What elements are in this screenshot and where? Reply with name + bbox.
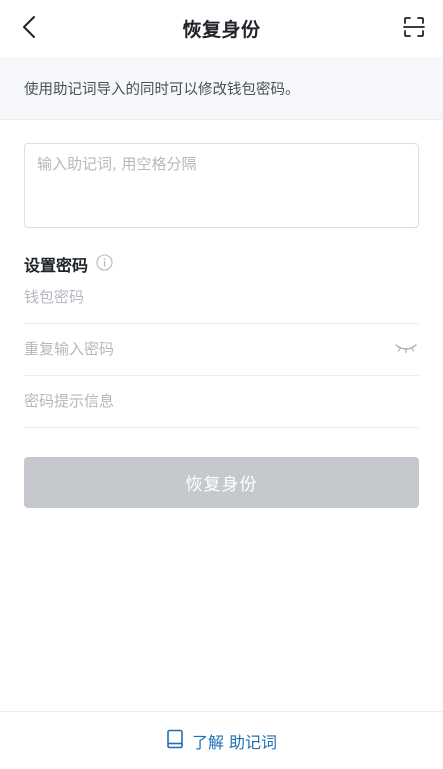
password-field[interactable] [24, 271, 419, 324]
repeat-password-field[interactable] [24, 323, 419, 376]
scan-icon [403, 16, 425, 42]
chevron-left-icon [22, 15, 36, 43]
toggle-visibility-button[interactable] [393, 337, 419, 361]
password-hint-field[interactable] [24, 375, 419, 428]
learn-mnemonic-link[interactable]: 了解 助记词 [166, 729, 277, 753]
eye-closed-icon [394, 340, 418, 359]
repeat-password-input[interactable] [24, 323, 364, 375]
scan-button[interactable] [399, 14, 429, 44]
restore-identity-button[interactable]: 恢复身份 [24, 457, 419, 508]
notice-text: 使用助记词导入的同时可以修改钱包密码。 [24, 81, 300, 98]
back-button[interactable] [14, 14, 44, 44]
notice-banner: 使用助记词导入的同时可以修改钱包密码。 [0, 57, 443, 120]
mnemonic-input[interactable] [25, 144, 418, 227]
learn-mnemonic-label: 了解 助记词 [191, 732, 278, 752]
password-hint-input[interactable] [24, 375, 364, 427]
top-navigation-bar: 恢复身份 [0, 0, 443, 56]
page-title: 恢复身份 [182, 18, 261, 41]
mnemonic-input-box[interactable] [24, 143, 419, 228]
footer-bar: 了解 助记词 [0, 711, 443, 769]
password-input[interactable] [24, 271, 364, 323]
book-icon [166, 729, 184, 753]
